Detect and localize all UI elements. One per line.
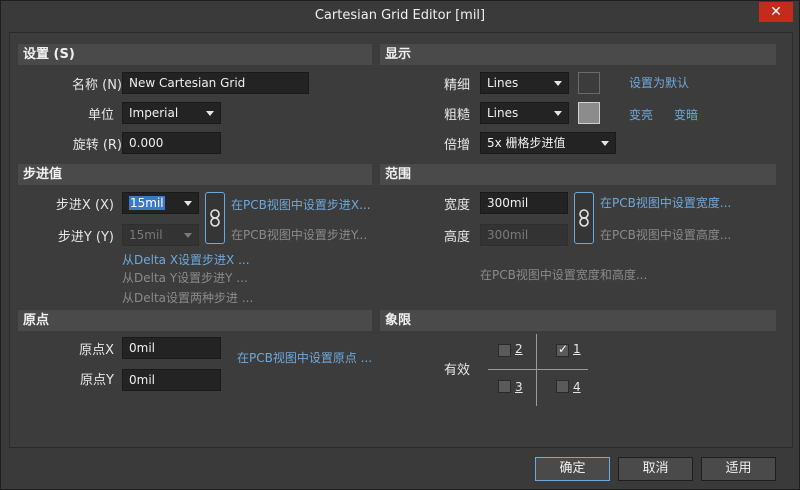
quadrant-3-label: 3: [515, 380, 523, 394]
origin-y-input[interactable]: 0mil: [122, 369, 221, 391]
unit-select-value: Imperial: [129, 106, 179, 120]
multiplier-value: 5x 栅格步进值: [487, 136, 566, 150]
coarse-style-select[interactable]: Lines: [480, 102, 569, 124]
delta-y-link: 从Delta Y设置步进Y ...: [122, 271, 248, 285]
name-label: 名称 (N): [71, 78, 122, 93]
delta-x-link[interactable]: 从Delta X设置步进X ...: [122, 251, 250, 268]
height-label: 高度: [443, 230, 470, 245]
origin-y-label: 原点Y: [80, 373, 114, 388]
link-width-height-button[interactable]: [574, 192, 594, 244]
coarse-color-swatch[interactable]: [578, 102, 600, 124]
stepy-value: 15mil: [129, 228, 163, 242]
chevron-down-icon: [184, 201, 192, 206]
stepy-select: 15mil: [122, 224, 199, 246]
quadrant-2-checkbox[interactable]: [498, 344, 511, 357]
quadrant-4-checkbox[interactable]: [556, 380, 569, 393]
chain-link-icon: [579, 209, 589, 227]
origin-x-input[interactable]: 0mil: [122, 337, 221, 359]
coarse-style-value: Lines: [487, 106, 519, 120]
quadrant-section-header: 象限: [380, 310, 776, 331]
stepx-select[interactable]: 15mil: [122, 192, 199, 214]
set-height-link: 在PCB视图中设置高度...: [600, 228, 732, 242]
set-width-link[interactable]: 在PCB视图中设置宽度...: [600, 194, 731, 211]
set-stepx-link[interactable]: 在PCB视图中设置步进X...: [231, 196, 371, 213]
window-title: Cartesian Grid Editor [mil]: [314, 8, 486, 23]
apply-button[interactable]: 适用: [701, 457, 776, 481]
set-origin-link[interactable]: 在PCB视图中设置原点 ...: [237, 349, 372, 366]
quadrant-2-label: 2: [515, 342, 523, 356]
fine-style-select[interactable]: Lines: [480, 72, 569, 94]
dialog-window: Cartesian Grid Editor [mil] ✕ 设置 (S) 名称 …: [0, 0, 800, 490]
coarse-label: 粗糙: [443, 108, 470, 123]
cancel-button[interactable]: 取消: [618, 457, 693, 481]
chevron-down-icon: [554, 81, 562, 86]
ok-button[interactable]: 确定: [535, 457, 610, 481]
chevron-down-icon: [554, 111, 562, 116]
unit-label: 单位: [87, 108, 114, 123]
origin-section-header: 原点: [18, 310, 372, 331]
dialog-body: 设置 (S) 名称 (N) New Cartesian Grid 单位 Impe…: [9, 32, 793, 448]
multiplier-select[interactable]: 5x 栅格步进值: [480, 132, 616, 154]
quadrant-h-axis: [488, 369, 588, 370]
set-width-height-link: 在PCB视图中设置宽度和高度...: [480, 268, 648, 282]
stepx-value: 15mil: [129, 196, 165, 210]
enabled-label: 有效: [443, 363, 470, 378]
chevron-down-icon: [601, 141, 609, 146]
stepy-label: 步进Y (Y): [57, 230, 114, 245]
lighten-link[interactable]: 变亮: [629, 106, 653, 123]
fine-color-swatch[interactable]: [578, 72, 600, 94]
quadrant-1-checkbox[interactable]: [556, 342, 569, 357]
width-input[interactable]: 300mil: [480, 192, 568, 214]
unit-select[interactable]: Imperial: [122, 102, 221, 124]
stepx-label: 步进X (X): [55, 198, 114, 213]
quadrant-v-axis: [536, 334, 537, 406]
width-label: 宽度: [443, 198, 470, 213]
fine-style-value: Lines: [487, 76, 519, 90]
delta-both-link: 从Delta设置两种步进 ...: [122, 291, 254, 305]
step-section-header: 步进值: [18, 164, 372, 185]
close-icon[interactable]: ✕: [759, 2, 793, 22]
fine-label: 精细: [443, 78, 470, 93]
height-input: 300mil: [480, 224, 568, 246]
chain-link-icon: [210, 209, 220, 227]
title-bar: Cartesian Grid Editor [mil] ✕: [1, 1, 799, 31]
quadrant-1-label: 1: [573, 342, 581, 356]
range-section-header: 范围: [380, 164, 776, 185]
settings-section-header: 设置 (S): [18, 44, 372, 65]
set-stepy-link: 在PCB视图中设置步进Y...: [231, 228, 368, 242]
origin-x-label: 原点X: [79, 343, 114, 358]
multiplier-label: 倍增: [443, 138, 470, 153]
name-input[interactable]: New Cartesian Grid: [122, 72, 309, 94]
quadrant-4-label: 4: [573, 380, 581, 394]
chevron-down-icon: [206, 111, 214, 116]
rotation-input[interactable]: 0.000: [122, 132, 221, 154]
link-xy-button[interactable]: [205, 192, 225, 244]
display-section-header: 显示: [380, 44, 776, 65]
darken-link[interactable]: 变暗: [674, 106, 698, 123]
set-default-link[interactable]: 设置为默认: [629, 74, 689, 91]
rotation-label: 旋转 (R): [72, 138, 122, 153]
quadrant-3-checkbox[interactable]: [498, 380, 511, 393]
chevron-down-icon: [184, 233, 192, 238]
